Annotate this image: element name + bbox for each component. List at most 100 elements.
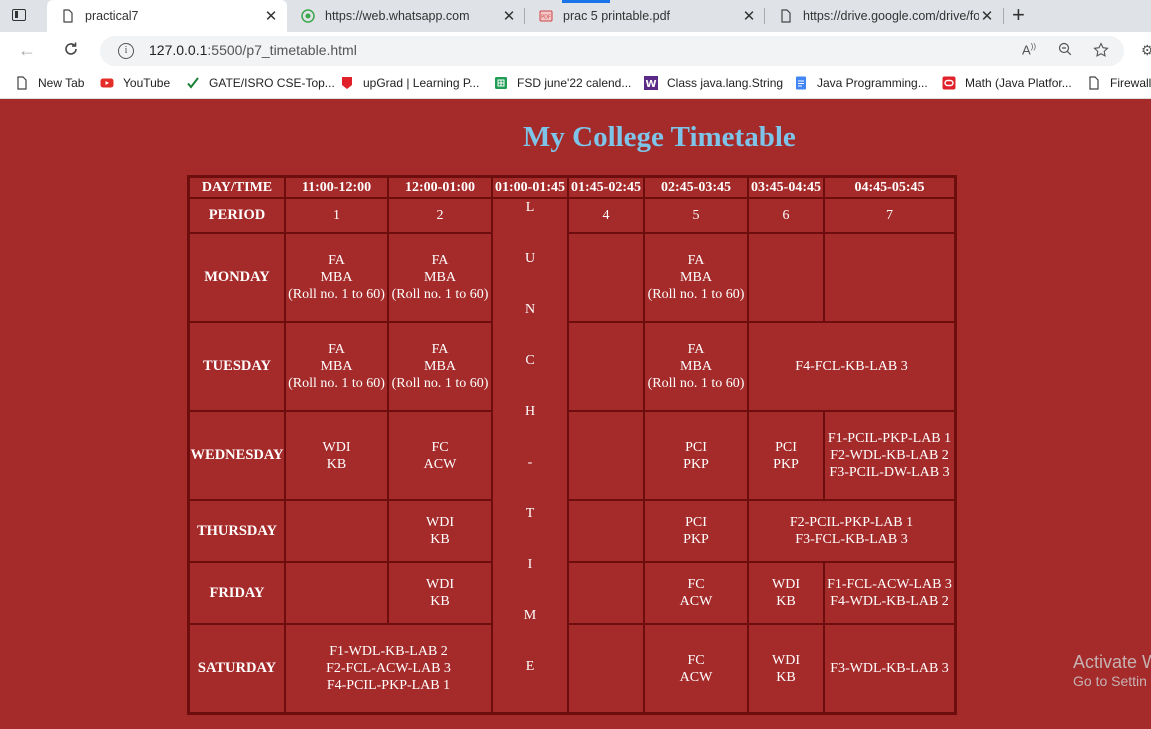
new-tab-button[interactable]: + <box>1012 4 1025 26</box>
upgrad-icon <box>342 77 352 89</box>
subject: FC <box>431 439 449 455</box>
lab-batch: F1-FCL-ACW-LAB 3 <box>827 577 952 592</box>
close-icon[interactable]: ✕ <box>263 7 279 25</box>
teacher: MBA <box>680 359 712 374</box>
bookmark-label: Math (Java Platfor... <box>965 76 1072 90</box>
header-row: DAY/TIME 11:00-12:00 12:00-01:00 01:00-0… <box>189 177 955 198</box>
bookmark-gate[interactable]: GATE/ISRO CSE-Top... <box>186 76 335 90</box>
bookmark-youtube[interactable]: YouTube <box>100 76 170 90</box>
tab-drive[interactable]: https://drive.google.com/drive/fo ✕ <box>765 0 1003 32</box>
subject: FA <box>431 253 449 268</box>
read-aloud-icon[interactable]: A)) <box>1022 42 1036 57</box>
page-icon <box>781 9 791 23</box>
close-icon[interactable]: ✕ <box>979 7 995 25</box>
class-cell: FC ACW <box>644 624 748 713</box>
extensions-icon[interactable]: ⚙ <box>1141 42 1151 59</box>
bookmark-label: New Tab <box>38 76 85 90</box>
day-label: TUESDAY <box>189 322 285 411</box>
teacher: ACW <box>679 594 713 609</box>
monday-row: MONDAY FA MBA (Roll no. 1 to 60) FA MBA (Rol… <box>189 233 955 322</box>
refresh-icon[interactable] <box>62 40 80 63</box>
class-cell: FA MBA (Roll no. 1 to 60) <box>644 233 748 322</box>
slot-header: 01:45-02:45 <box>568 177 644 198</box>
lab-cell: F3-WDL-KB-LAB 3 <box>824 624 955 713</box>
tab-actions-icon[interactable] <box>12 9 26 21</box>
roll-range: (Roll no. 1 to 60) <box>288 376 385 391</box>
bookmark-java-programming[interactable]: Java Programming... <box>794 76 928 90</box>
class-cell: WDI KB <box>285 411 388 500</box>
svg-text:W: W <box>645 79 656 90</box>
tab-title: practical7 <box>85 9 139 23</box>
teacher: MBA <box>680 270 712 285</box>
teacher: MBA <box>424 359 456 374</box>
docs-icon <box>796 76 806 90</box>
lunch-letter: - <box>527 455 533 470</box>
day-label: THURSDAY <box>189 500 285 562</box>
lab-batch: F2-PCIL-PKP-LAB 1 <box>789 515 914 530</box>
subject: WDI <box>322 439 351 455</box>
roll-range: (Roll no. 1 to 60) <box>647 376 745 391</box>
class-cell: FA MBA (Roll no. 1 to 60) <box>644 322 748 411</box>
bookmark-math[interactable]: Math (Java Platfor... <box>942 76 1072 90</box>
tab-pdf[interactable]: PDF prac 5 printable.pdf ✕ <box>525 0 765 32</box>
period-number: 1 <box>285 198 388 233</box>
lab-cell: F1-WDL-KB-LAB 2 F2-FCL-ACW-LAB 3 F4-PCIL-P… <box>285 624 492 713</box>
tab-whatsapp[interactable]: https://web.whatsapp.com ✕ <box>287 0 525 32</box>
zoom-icon[interactable] <box>1058 42 1072 59</box>
subject: PCI <box>685 439 707 455</box>
bookmark-java-string[interactable]: W Class java.lang.String <box>644 76 783 90</box>
day-label: WEDNESDAY <box>189 411 285 500</box>
teacher: MBA <box>320 359 353 374</box>
tab-practical7[interactable]: practical7 ✕ <box>47 0 287 32</box>
lunch-letter: U <box>524 251 536 266</box>
bookmark-label: FSD june'22 calend... <box>517 76 632 90</box>
page-icon <box>1089 76 1099 90</box>
empty-cell <box>285 562 388 624</box>
tab-title: https://web.whatsapp.com <box>325 9 470 23</box>
close-icon[interactable]: ✕ <box>501 7 517 25</box>
svg-text:PDF: PDF <box>541 15 551 21</box>
address-bar[interactable]: i 127.0.0.1:5500/p7_timetable.html A)) <box>100 36 1124 66</box>
lunch-letter: C <box>525 353 535 368</box>
close-icon[interactable]: ✕ <box>741 7 757 25</box>
class-cell: WDI KB <box>748 624 824 713</box>
teacher: PKP <box>683 456 709 472</box>
w-icon: W <box>644 76 658 90</box>
bookmark-new-tab[interactable]: New Tab <box>15 76 84 90</box>
roll-range: (Roll no. 1 to 60) <box>391 287 489 302</box>
slot-header: 04:45-05:45 <box>824 177 955 198</box>
bookmark-upgrad[interactable]: upGrad | Learning P... <box>340 76 479 90</box>
lab-batch: F1-WDL-KB-LAB 2 <box>329 644 448 659</box>
friday-row: FRIDAY WDI KB FC ACW WDI KB F1-FCL-ACW-LAB … <box>189 562 955 624</box>
class-cell: FA MBA (Roll no. 1 to 60) <box>388 322 492 411</box>
bookmark-firewall[interactable]: Firewall <box>1087 76 1151 90</box>
subject: FA <box>687 342 705 357</box>
teacher: KB <box>776 669 796 685</box>
lunch-letter: N <box>524 302 536 317</box>
tab-title: prac 5 printable.pdf <box>563 9 671 23</box>
class-cell: WDI KB <box>748 562 824 624</box>
lunch-letter: I <box>527 557 533 572</box>
day-label: MONDAY <box>189 233 285 322</box>
teacher: PKP <box>773 456 799 472</box>
lab-batch: F1-PCIL-PKP-LAB 1 <box>827 431 952 446</box>
url-host: 127.0.0.1 <box>149 42 208 58</box>
favorite-star-icon[interactable] <box>1093 42 1109 61</box>
tab-title: https://drive.google.com/drive/fo <box>803 9 980 23</box>
class-cell: WDI KB <box>388 500 492 562</box>
subject: FA <box>328 253 345 268</box>
subject: PCI <box>775 439 797 455</box>
subject: FA <box>328 342 345 357</box>
class-cell: FC ACW <box>388 411 492 500</box>
info-icon[interactable]: i <box>118 43 134 59</box>
teacher: ACW <box>423 456 457 472</box>
lunch-letter: L <box>525 200 535 215</box>
empty-cell <box>568 322 644 411</box>
day-label: SATURDAY <box>189 624 285 713</box>
bookmark-fsd[interactable]: FSD june'22 calend... <box>494 76 631 90</box>
bookmark-label: upGrad | Learning P... <box>363 76 480 90</box>
back-icon[interactable]: ← <box>18 40 36 61</box>
activate-windows-watermark: Activate W Go to Settin <box>1073 652 1151 690</box>
lab-batch: F2-WDL-KB-LAB 2 <box>830 448 949 463</box>
tab-strip: practical7 ✕ https://web.whatsapp.com ✕ … <box>0 0 1151 32</box>
